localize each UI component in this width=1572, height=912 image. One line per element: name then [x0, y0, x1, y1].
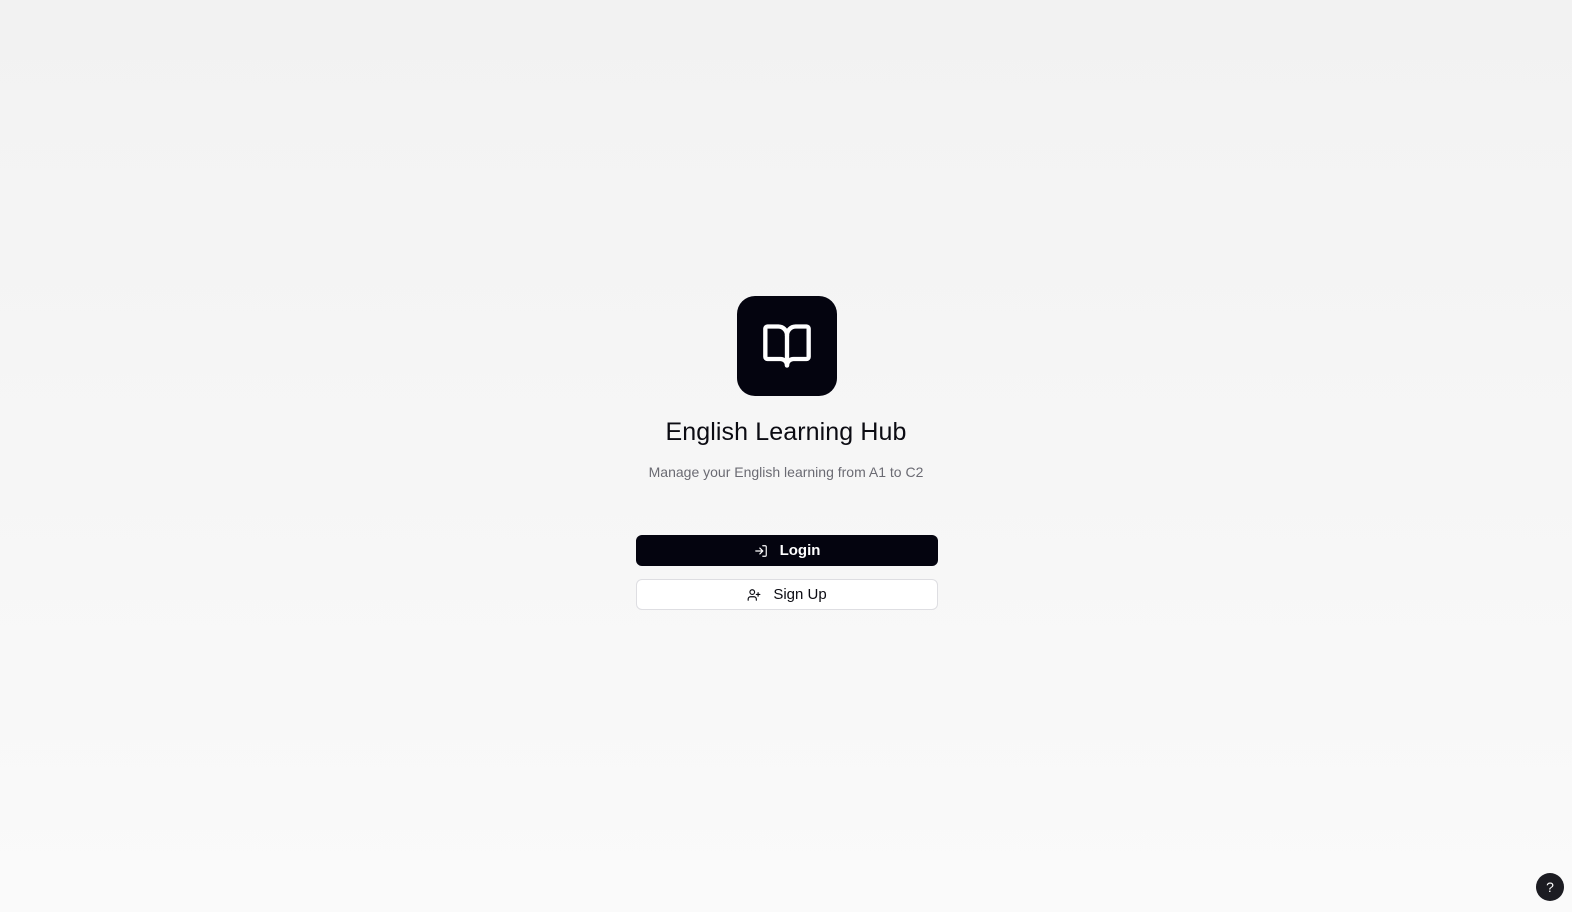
- user-plus-icon: [747, 588, 761, 602]
- app-title: English Learning Hub: [665, 418, 907, 446]
- book-open-icon: [763, 324, 811, 368]
- login-label: Login: [779, 542, 821, 559]
- help-icon: ?: [1546, 879, 1554, 895]
- welcome-screen: English Learning Hub Manage your English…: [0, 0, 1572, 912]
- app-logo: [737, 296, 837, 396]
- help-button[interactable]: ?: [1536, 873, 1564, 901]
- signup-button[interactable]: Sign Up: [636, 579, 938, 610]
- signup-label: Sign Up: [773, 586, 827, 603]
- login-button[interactable]: Login: [636, 535, 938, 566]
- log-in-icon: [754, 544, 768, 558]
- app-subtitle: Manage your English learning from A1 to …: [648, 464, 924, 480]
